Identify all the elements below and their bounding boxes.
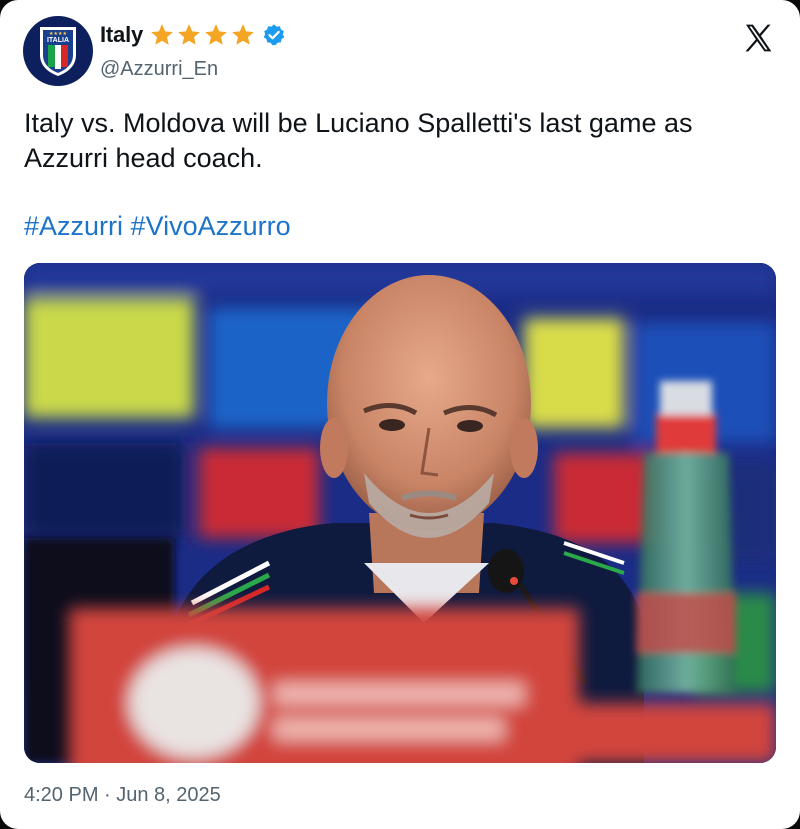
rating-stars <box>149 22 256 48</box>
press-conference-photo <box>24 263 776 763</box>
avatar-label: ITALIA <box>47 37 69 44</box>
star-icon <box>205 24 227 45</box>
hashtag-azzurri[interactable]: #Azzurri <box>24 211 123 241</box>
account-name[interactable]: Italy <box>100 22 143 48</box>
tweet-timestamp[interactable]: 4:20 PM · Jun 8, 2025 <box>24 784 221 807</box>
account-handle[interactable]: @Azzurri_En <box>100 58 218 81</box>
star-icon <box>151 24 173 45</box>
star-icon <box>178 24 200 45</box>
tweet-card: ITALIA ★★★★ Italy @Azzurri_En Italy vs. … <box>0 0 800 829</box>
verified-badge-icon <box>263 24 285 46</box>
x-logo-icon[interactable] <box>741 22 775 54</box>
star-icon <box>232 24 254 45</box>
avatar[interactable]: ITALIA ★★★★ <box>23 16 93 86</box>
hashtag-vivoazzurro[interactable]: #VivoAzzurro <box>131 211 291 241</box>
tweet-text: Italy vs. Moldova will be Luciano Spalle… <box>24 108 693 173</box>
svg-text:★★★★: ★★★★ <box>49 31 67 37</box>
hashtag-row: #Azzurri #VivoAzzurro <box>24 209 291 244</box>
figc-crest-icon: ITALIA ★★★★ <box>40 27 76 76</box>
tweet-photo[interactable] <box>24 263 776 763</box>
account-header: Italy <box>100 22 286 48</box>
